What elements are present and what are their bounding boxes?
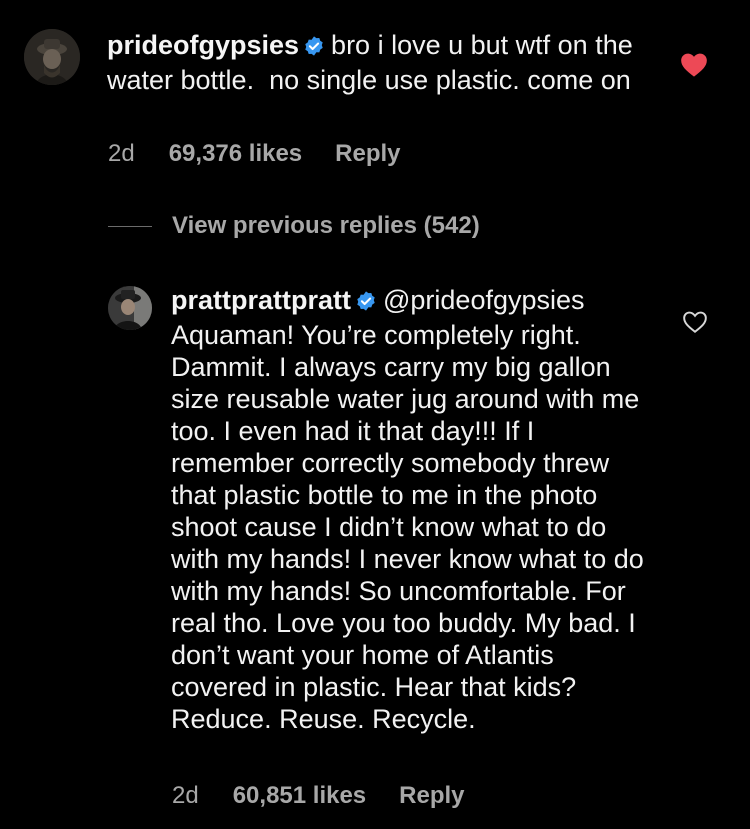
reply-button[interactable]: Reply — [399, 782, 464, 810]
thread-line — [108, 225, 152, 227]
view-previous-replies-label[interactable]: View previous replies (542) — [172, 212, 480, 240]
comment-time: 2d — [108, 140, 135, 167]
verified-badge-icon — [355, 287, 377, 319]
comment-text-block: prattprattpratt @prideofgypsies Aquaman! … — [171, 284, 651, 735]
likes-count[interactable]: 60,851 likes — [233, 782, 366, 810]
username-prattprattpratt[interactable]: prattprattpratt — [171, 285, 351, 315]
view-previous-replies[interactable]: View previous replies (542) — [108, 212, 480, 240]
comment-text-block: prideofgypsies bro i love u but wtf on th… — [107, 29, 667, 96]
comment-meta: 2d 60,851 likes Reply — [172, 782, 465, 810]
likes-count[interactable]: 69,376 likes — [169, 140, 302, 168]
username-prideofgypsies[interactable]: prideofgypsies — [107, 30, 299, 60]
comment-prideofgypsies: prideofgypsies bro i love u but wtf on th… — [24, 29, 667, 96]
comment-text: Aquaman! You’re completely right. Dammit… — [171, 320, 644, 734]
reply-button[interactable]: Reply — [335, 140, 400, 168]
comment-meta: 2d 69,376 likes Reply — [108, 140, 401, 168]
avatar-prattprattpratt[interactable] — [108, 286, 152, 330]
comment-prattprattpratt: prattprattpratt @prideofgypsies Aquaman! … — [108, 284, 651, 735]
heart-outline-icon[interactable] — [682, 310, 708, 339]
heart-filled-icon[interactable] — [680, 52, 708, 83]
mention-link[interactable]: @prideofgypsies — [383, 285, 585, 315]
comment-time: 2d — [172, 782, 199, 809]
avatar-prideofgypsies[interactable] — [24, 29, 80, 85]
verified-badge-icon — [303, 32, 325, 64]
